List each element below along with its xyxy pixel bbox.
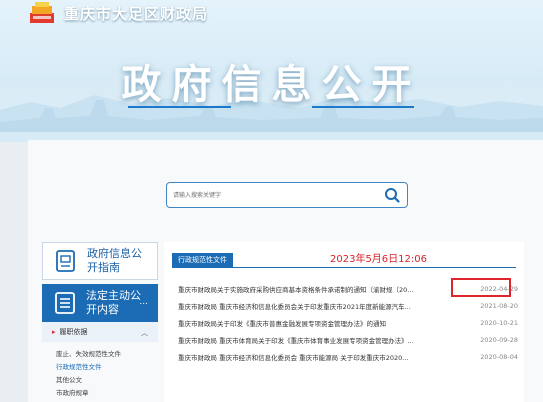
article-title[interactable]: 重庆市财政局 重庆市体育局关于印发《重庆市体育事业发展专项资金管理办法》... <box>178 335 448 345</box>
article-date: 2021-08-20 <box>480 301 518 310</box>
proactive-disclosure-label: 法定主动公开内容 <box>86 289 141 316</box>
list-doc-icon <box>55 292 75 314</box>
search-button[interactable] <box>377 183 407 207</box>
bureau-emblem-icon <box>30 2 54 23</box>
chevron-up-icon: ︿ <box>141 329 148 337</box>
search-bar <box>166 182 408 208</box>
sub-category-item[interactable]: 市政府规章 <box>56 387 156 400</box>
search-icon <box>385 188 400 203</box>
sub-category-item[interactable]: 其他公文 <box>56 374 156 387</box>
search-input[interactable] <box>167 183 377 207</box>
article-date: 2020-08-04 <box>480 352 518 361</box>
sub-section-header[interactable]: ▸ 履职依据 ︿ <box>42 322 158 342</box>
article-date: 2020-10-21 <box>480 318 518 327</box>
article-row[interactable]: 重庆市财政局 重庆市体育局关于印发《重庆市体育事业发展专项资金管理办法》... … <box>178 331 518 348</box>
article-date: 2020-09-28 <box>480 335 518 344</box>
sub-category-item[interactable]: 废止、失效规范性文件 <box>56 348 156 361</box>
category-divider <box>172 267 516 268</box>
category-tab[interactable]: 行政规范性文件 <box>172 253 233 267</box>
banner-title: 政府信息公开 <box>121 62 422 108</box>
article-row[interactable]: 重庆市财政局关于印发《重庆市普惠金融发展专项资金管理办法》的通知 2020-10… <box>178 314 518 331</box>
date-highlight-box <box>451 278 511 297</box>
header-banner: 重庆市大足区财政局 政府信息公开 <box>0 0 543 142</box>
article-title[interactable]: 重庆市财政局 重庆市经济和信息化委员会 重庆市能源局 关于印发重庆市2020..… <box>178 352 448 362</box>
article-title[interactable]: 重庆市财政局 重庆市经济和信息化委员会关于印发重庆市2021年度新能源汽车... <box>178 301 448 311</box>
banner-underline-right <box>312 106 414 108</box>
guide-book-icon <box>56 250 75 272</box>
more-indicator: ... <box>139 297 148 307</box>
public-guide-panel[interactable]: 政府信息公开指南 <box>42 242 158 280</box>
datetime-overlay: 2023年5月6日12:06 <box>330 254 427 265</box>
triangle-right-icon: ▸ <box>52 328 56 336</box>
sub-section-label: 履职依据 <box>59 328 88 336</box>
article-title[interactable]: 重庆市财政局关于实施政府采购供应商基本资格条件承诺制的通知（渝财规〔20... <box>178 284 448 294</box>
article-title[interactable]: 重庆市财政局关于印发《重庆市普惠金融发展专项资金管理办法》的通知 <box>178 318 448 328</box>
article-row[interactable]: 重庆市财政局 重庆市经济和信息化委员会 重庆市能源局 关于印发重庆市2020..… <box>178 348 518 365</box>
public-guide-label: 政府信息公开指南 <box>87 247 142 274</box>
site-name: 重庆市大足区财政局 <box>64 4 209 23</box>
sub-category-item-active[interactable]: 行政规范性文件 <box>56 361 156 374</box>
banner-underline-left <box>128 106 231 108</box>
proactive-disclosure-panel[interactable]: 法定主动公开内容 ... <box>42 284 158 322</box>
site-brand[interactable]: 重庆市大足区财政局 <box>28 0 208 26</box>
article-row[interactable]: 重庆市财政局 重庆市经济和信息化委员会关于印发重庆市2021年度新能源汽车...… <box>178 297 518 314</box>
sub-category-list: 废止、失效规范性文件 行政规范性文件 其他公文 市政府规章 <box>56 348 156 400</box>
